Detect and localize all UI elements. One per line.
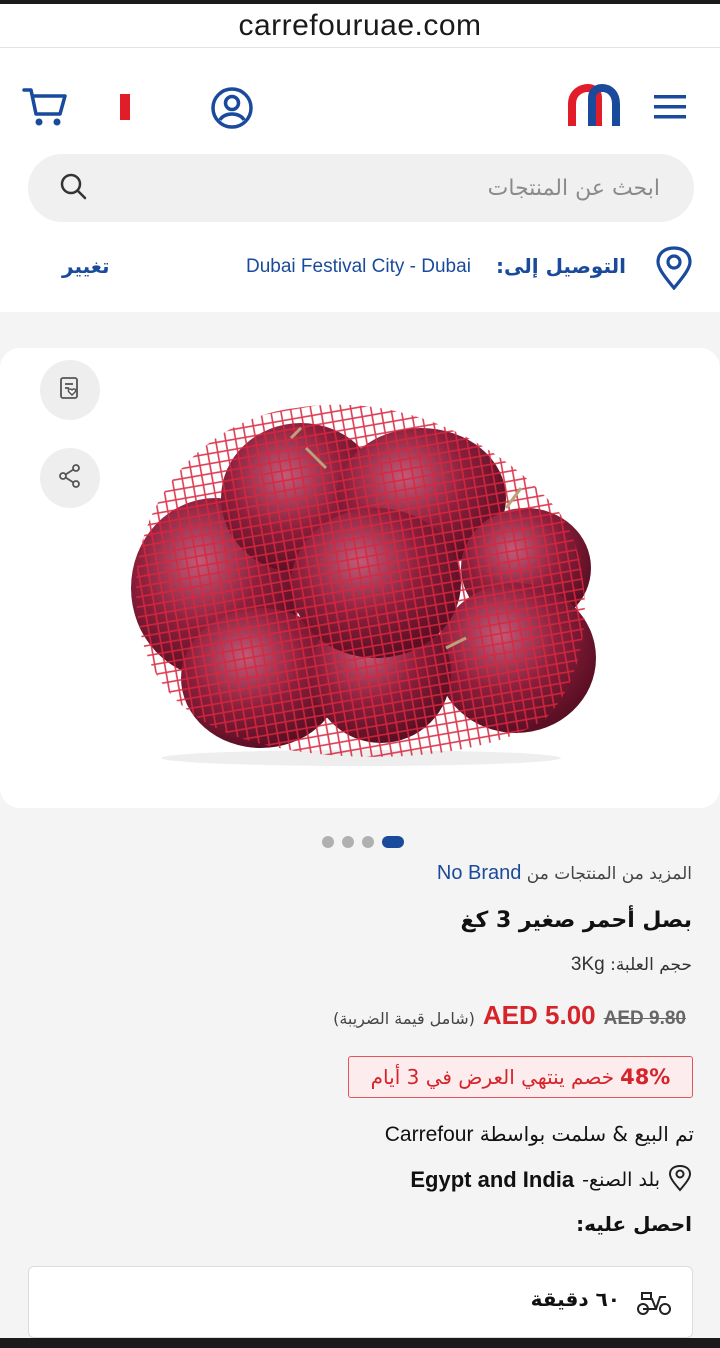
pagination-dot-active[interactable] — [382, 836, 404, 848]
sold-by-label: تم البيع & سلمت بواسطة — [479, 1122, 694, 1146]
origin-value: Egypt and India — [410, 1167, 575, 1192]
list-heart-icon — [57, 375, 83, 405]
cart-icon[interactable] — [20, 84, 70, 130]
pagination-dot[interactable] — [362, 836, 374, 848]
search-icon[interactable] — [58, 171, 88, 205]
browser-address-bar[interactable]: carrefouruae.com — [0, 0, 720, 48]
vat-note: (شامل قيمة الضريبة) — [333, 1009, 475, 1028]
bottom-edge — [0, 1338, 720, 1348]
delivery-location[interactable]: Dubai Festival City - Dubai — [246, 256, 471, 278]
original-price: AED 9.80 — [603, 1008, 686, 1029]
current-price: AED 5.00 — [482, 1000, 596, 1030]
product-image-red-onions[interactable] — [126, 388, 596, 768]
discount-percent: 48% — [620, 1065, 671, 1089]
seller-name: Carrefour — [384, 1123, 474, 1146]
share-button[interactable] — [40, 448, 100, 508]
search-bar[interactable]: ابحث عن المنتجات — [28, 154, 694, 222]
account-icon[interactable] — [210, 86, 254, 130]
origin-pin-icon — [668, 1164, 692, 1196]
delivery-time: ٦٠ دقيقة — [530, 1287, 620, 1311]
product-gallery[interactable] — [0, 348, 720, 808]
country-of-origin: بلد الصنع- Egypt and India — [410, 1164, 692, 1196]
uae-flag-icon[interactable] — [120, 94, 158, 120]
brand-link[interactable]: No Brand — [437, 862, 522, 884]
site-header: ابحث عن المنتجات التوصيل إلى: Dubai Fest… — [0, 48, 720, 312]
carrefour-logo[interactable] — [568, 84, 620, 128]
delivery-option-card[interactable]: ٦٠ دقيقة — [28, 1266, 693, 1338]
hamburger-menu-icon[interactable] — [652, 94, 688, 120]
url-text: carrefouruae.com — [238, 8, 482, 42]
origin-label: بلد الصنع- — [582, 1169, 660, 1191]
share-icon — [57, 463, 83, 493]
location-pin-icon — [654, 246, 694, 291]
delivery-label: التوصيل إلى: — [496, 254, 626, 278]
gallery-pagination[interactable] — [322, 836, 404, 848]
sold-by: تم البيع & سلمت بواسطة Carrefour — [385, 1122, 694, 1147]
product-title: بصل أحمر صغير 3 كغ — [460, 908, 692, 933]
price-row: (شامل قيمة الضريبة) AED 5.00 AED 9.80 — [333, 1000, 686, 1031]
scooter-icon — [636, 1287, 672, 1317]
delivery-location-bar: التوصيل إلى: Dubai Festival City - Dubai… — [0, 246, 720, 291]
promo-text: خصم ينتهي العرض في 3 أيام — [370, 1065, 615, 1089]
change-location-link[interactable]: تغيير — [62, 254, 110, 278]
search-input[interactable]: ابحث عن المنتجات — [488, 176, 660, 201]
pagination-dot[interactable] — [322, 836, 334, 848]
pack-size-value: 3Kg — [570, 954, 605, 975]
pack-size-label: حجم العلبة: — [610, 955, 692, 975]
brand-line: المزيد من المنتجات من No Brand — [437, 862, 692, 885]
pagination-dot[interactable] — [342, 836, 354, 848]
brand-prefix: المزيد من المنتجات من — [526, 864, 692, 884]
pack-size: حجم العلبة: 3Kg — [571, 954, 692, 976]
shopping-list-button[interactable] — [40, 360, 100, 420]
promo-badge: 48% خصم ينتهي العرض في 3 أيام — [348, 1056, 693, 1098]
get-it-label: احصل عليه: — [576, 1212, 692, 1236]
